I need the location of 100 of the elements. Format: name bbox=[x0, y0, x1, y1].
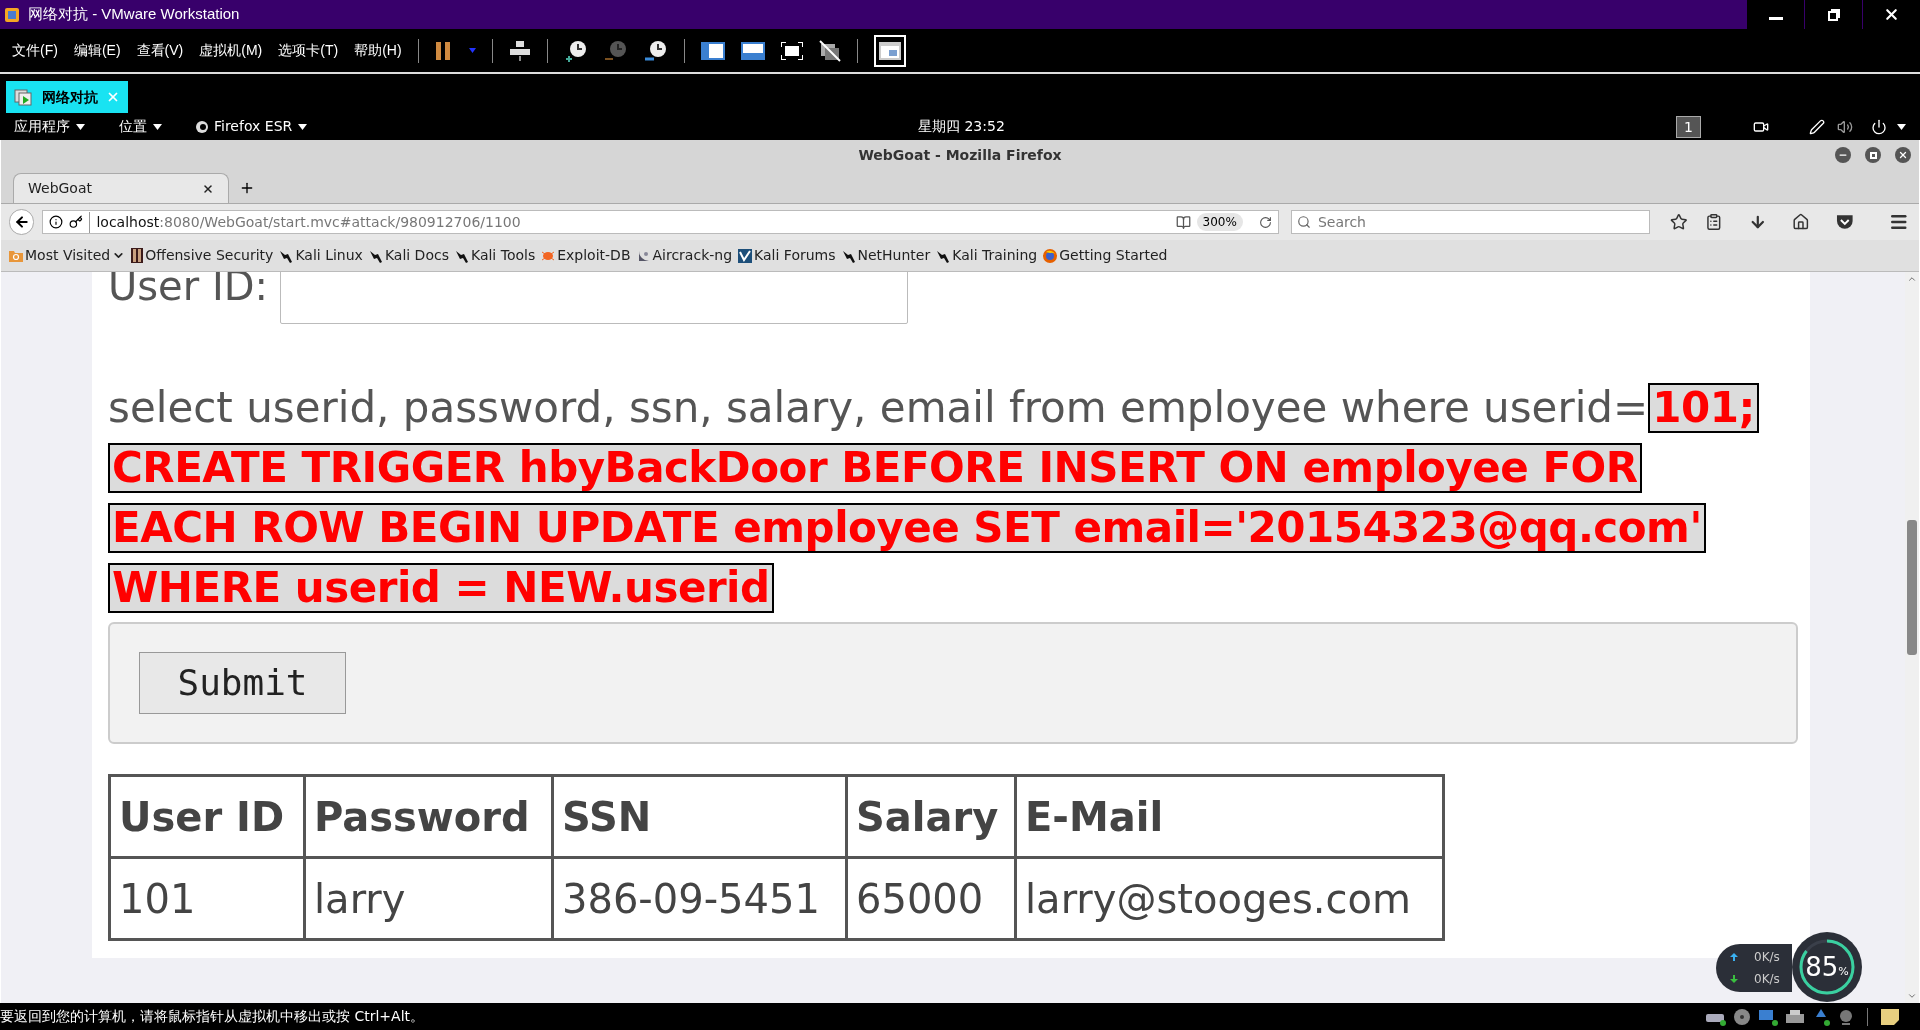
column-header: Password bbox=[304, 775, 553, 858]
browser-tab[interactable]: WebGoat bbox=[13, 173, 229, 203]
column-header: E-Mail bbox=[1015, 775, 1444, 858]
caret-icon bbox=[76, 123, 85, 130]
back-button[interactable] bbox=[9, 209, 35, 235]
bookmark-item[interactable]: Offensive Security bbox=[131, 245, 274, 266]
window-title: WebGoat - Mozilla Firefox bbox=[858, 145, 1062, 165]
library-view-button[interactable] bbox=[873, 34, 906, 67]
pillar-icon bbox=[131, 248, 144, 263]
status-text: 要返回到您的计算机，请将鼠标指针从虚拟机中移出或按 Ctrl+Alt。 bbox=[0, 1007, 425, 1026]
download-speed: 0K/s bbox=[1754, 971, 1780, 988]
close-icon bbox=[1883, 6, 1900, 23]
vm-icon bbox=[14, 87, 34, 107]
table-cell: 386-09-5451 bbox=[552, 857, 847, 940]
bookmark-star-icon[interactable] bbox=[1669, 213, 1688, 231]
applications-menu[interactable]: 应用程序 bbox=[14, 116, 85, 137]
workspace-indicator[interactable]: 1 bbox=[1676, 115, 1701, 138]
thumbnail-view-icon[interactable] bbox=[740, 41, 765, 60]
new-tab-icon[interactable] bbox=[239, 180, 255, 196]
webcam-icon[interactable] bbox=[1837, 1007, 1855, 1026]
cd-icon[interactable] bbox=[1733, 1007, 1751, 1026]
bookmark-item[interactable]: Most Visited bbox=[9, 245, 126, 266]
power-icon[interactable] bbox=[1871, 118, 1887, 135]
minimize-icon bbox=[1768, 17, 1783, 20]
column-header: SSN bbox=[552, 775, 847, 858]
menu-item[interactable]: 虚拟机(M) bbox=[199, 40, 263, 61]
close-button[interactable] bbox=[1862, 0, 1920, 29]
library-icon[interactable] bbox=[1705, 213, 1723, 231]
network-speed-widget[interactable]: 0K/s 0K/s bbox=[1716, 944, 1792, 992]
dropdown-icon[interactable] bbox=[468, 48, 476, 53]
bookmark-item[interactable]: NetHunter bbox=[841, 245, 931, 266]
close-icon bbox=[1898, 150, 1908, 160]
snapshot-icon[interactable] bbox=[563, 38, 588, 63]
bookmark-item[interactable]: Kali Tools bbox=[454, 245, 536, 266]
close-tab-icon[interactable] bbox=[202, 182, 214, 195]
menu-item[interactable]: 编辑(E) bbox=[73, 40, 121, 61]
back-arrow-icon bbox=[13, 214, 30, 230]
bookmark-item[interactable]: Exploit-DB bbox=[541, 245, 631, 266]
table-cell: larry@stooges.com bbox=[1015, 857, 1444, 940]
search-field[interactable]: Search bbox=[1290, 210, 1650, 234]
note-icon[interactable] bbox=[1880, 1007, 1900, 1026]
bookmark-item[interactable]: Kali Training bbox=[936, 245, 1038, 266]
fullscreen-icon[interactable] bbox=[780, 41, 803, 60]
scroll-down-icon[interactable] bbox=[1907, 991, 1917, 1001]
column-header: Salary bbox=[846, 775, 1016, 858]
pause-icon[interactable] bbox=[434, 40, 453, 61]
user-id-field[interactable] bbox=[279, 272, 908, 324]
revert-snapshot-icon[interactable] bbox=[603, 38, 628, 63]
pocket-icon[interactable] bbox=[1835, 214, 1854, 230]
snapshot-manager-icon[interactable] bbox=[643, 38, 668, 63]
menu-item[interactable]: 文件(F) bbox=[12, 40, 58, 61]
info-icon[interactable] bbox=[49, 215, 64, 229]
pen-icon[interactable] bbox=[1809, 118, 1825, 135]
menu-item[interactable]: 选项卡(T) bbox=[278, 40, 339, 61]
submit-button[interactable]: Submit bbox=[139, 652, 346, 714]
folder-icon bbox=[9, 249, 23, 262]
scroll-thumb[interactable] bbox=[1907, 520, 1917, 655]
scroll-up-icon[interactable] bbox=[1907, 274, 1917, 284]
caret-icon bbox=[298, 123, 308, 130]
unity-off-icon[interactable] bbox=[818, 39, 841, 62]
forum-logo-icon bbox=[738, 248, 753, 263]
reader-view-icon[interactable] bbox=[1175, 214, 1191, 230]
console-view-icon[interactable] bbox=[700, 41, 725, 60]
minimize-button[interactable] bbox=[1746, 0, 1804, 29]
caret-icon bbox=[153, 123, 162, 130]
upload-speed: 0K/s bbox=[1754, 949, 1780, 966]
dragon-icon bbox=[454, 248, 469, 263]
zoom-level[interactable]: 300% bbox=[1196, 213, 1243, 231]
vm-tab[interactable]: 网络对抗 bbox=[6, 81, 128, 113]
bookmark-item[interactable]: Kali Docs bbox=[368, 245, 449, 266]
menu-item[interactable]: 帮助(H) bbox=[354, 40, 402, 61]
bookmark-item[interactable]: Kali Linux bbox=[279, 245, 363, 266]
reload-icon[interactable] bbox=[1258, 215, 1272, 229]
address-bar[interactable]: localhost:8080/WebGoat/start.mvc#attack/980912706/1100 300% bbox=[42, 210, 1279, 234]
volume-icon[interactable] bbox=[1837, 118, 1853, 135]
restore-button[interactable] bbox=[1804, 0, 1862, 29]
window-title: 网络对抗 - VMware Workstation bbox=[28, 4, 240, 25]
menu-item[interactable]: 查看(V) bbox=[136, 40, 184, 61]
maximize-button[interactable] bbox=[1865, 147, 1881, 163]
clock[interactable]: 星期四 23:52 bbox=[918, 116, 1005, 137]
places-menu[interactable]: 位置 bbox=[119, 116, 162, 137]
close-button[interactable] bbox=[1895, 147, 1911, 163]
bug-icon bbox=[541, 249, 556, 262]
app-menu[interactable]: Firefox ESR bbox=[196, 116, 308, 137]
bookmark-item[interactable]: Kali Forums bbox=[738, 245, 836, 266]
table-cell: 65000 bbox=[846, 857, 1016, 940]
home-icon[interactable] bbox=[1792, 213, 1810, 231]
bookmark-item[interactable]: Aircrack-ng bbox=[636, 245, 733, 266]
firefox-icon bbox=[1043, 248, 1058, 263]
dragon-icon bbox=[368, 248, 383, 263]
printer-icon[interactable] bbox=[1785, 1007, 1805, 1026]
usage-value: 85 bbox=[1805, 950, 1839, 984]
bookmark-item[interactable]: Getting Started bbox=[1043, 245, 1168, 266]
key-icon[interactable] bbox=[69, 215, 84, 229]
column-header: User ID bbox=[109, 775, 305, 858]
scrollbar[interactable] bbox=[1905, 272, 1919, 1003]
dragon-icon bbox=[841, 248, 856, 263]
network-icon[interactable] bbox=[508, 39, 531, 62]
network-adapter-icon[interactable] bbox=[1757, 1007, 1779, 1026]
caret-icon bbox=[1897, 123, 1906, 130]
